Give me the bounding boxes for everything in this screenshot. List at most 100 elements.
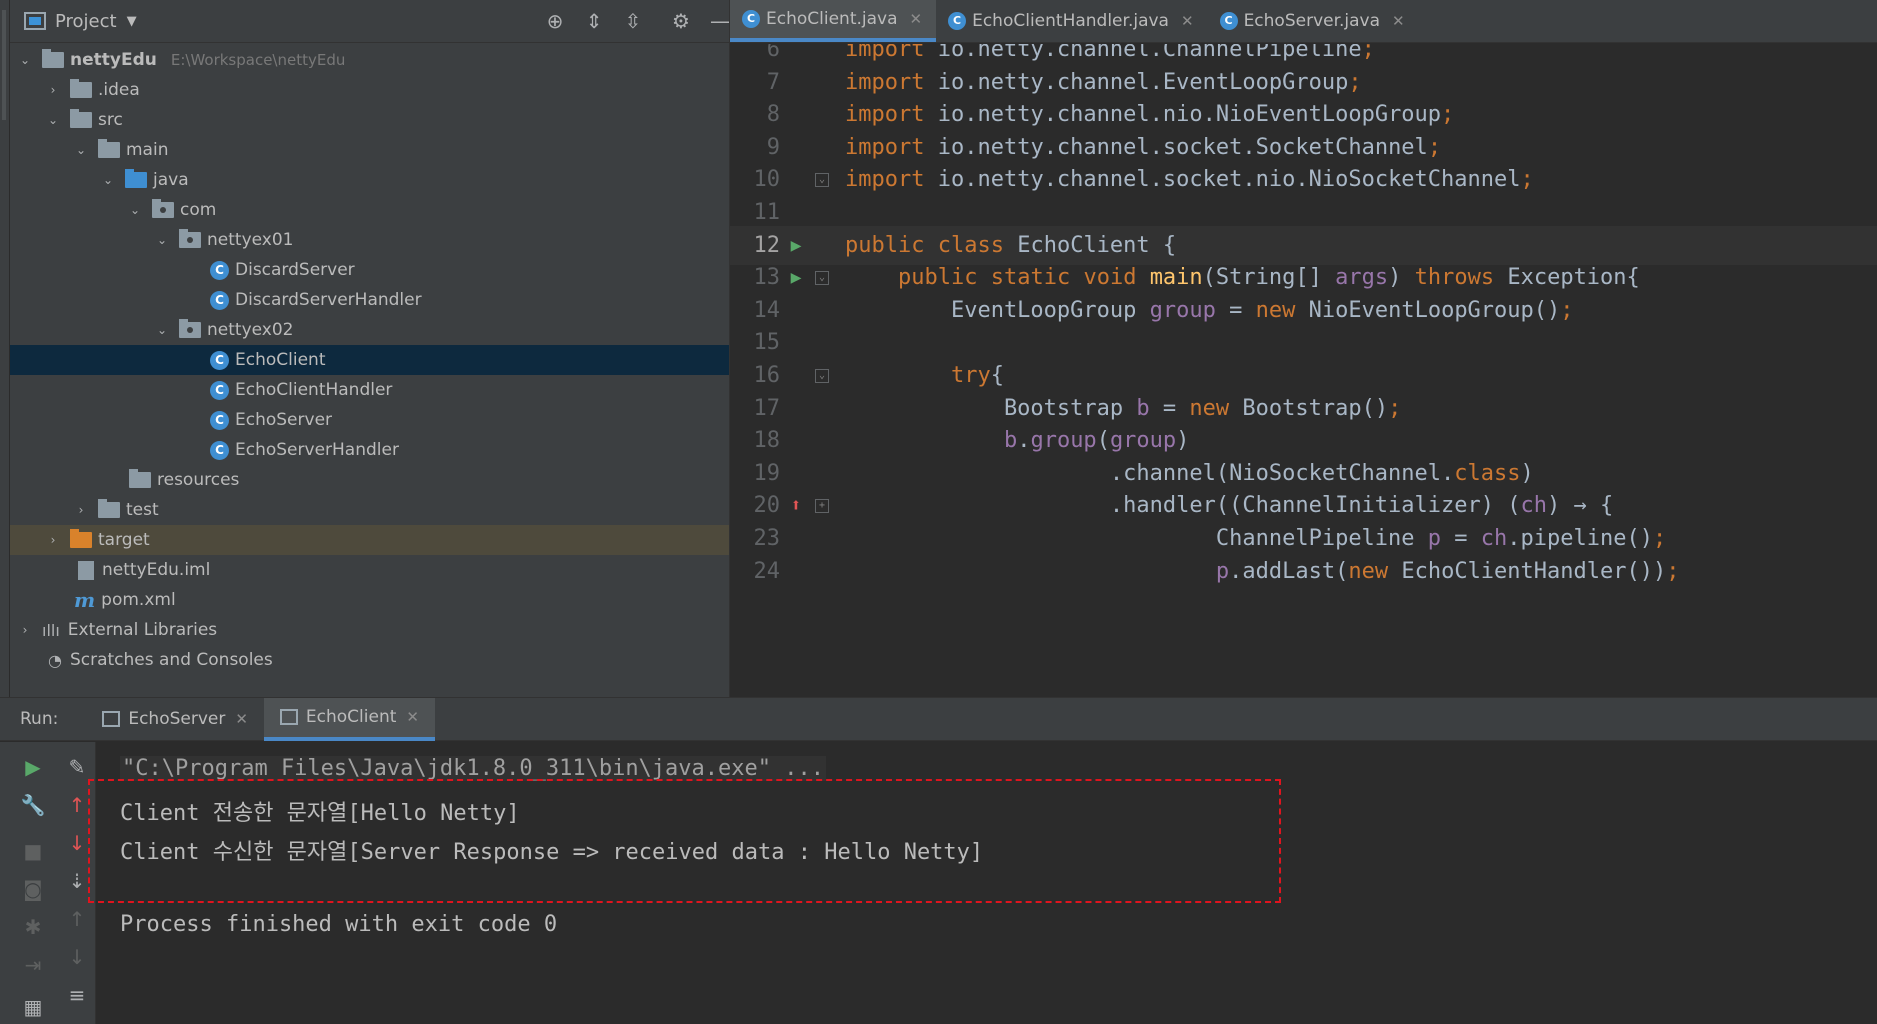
project-panel: Project ▼ ⊕ ⇕ ⇳ ⚙ — ⌄ nettyEdu E:\Workspac… xyxy=(10,0,730,697)
tree-item[interactable]: ⌄ nettyex02 xyxy=(10,315,729,345)
tab-echoclient[interactable]: C EchoClient.java ✕ xyxy=(730,0,937,42)
fold-marker-icon[interactable]: ⌄ xyxy=(815,270,829,285)
line-number: 14 xyxy=(753,297,781,323)
expand-all-icon[interactable]: ⇕ xyxy=(581,8,607,34)
camera-icon[interactable]: ◙ xyxy=(20,876,46,902)
tree-item[interactable]: ◔ Scratches and Consoles xyxy=(10,645,729,675)
arrow-up-icon[interactable]: ↑ xyxy=(64,792,90,818)
tree-item[interactable]: ⌄ nettyex01 xyxy=(10,225,729,255)
close-icon[interactable]: ✕ xyxy=(406,708,419,726)
tree-item[interactable]: C DiscardServerHandler xyxy=(10,285,729,315)
run-panel: Run: EchoServer ✕ EchoClient ✕ ▶ ✎ 🔧 ↑ ↓ ■… xyxy=(0,697,1877,1024)
soft-wrap-icon[interactable]: ≡ xyxy=(64,982,90,1008)
editor-tabs: C EchoClient.java ✕ C EchoClientHandler.jav… xyxy=(730,0,1877,43)
code-text: .handler((ChannelInitializer) (ch) → { xyxy=(845,493,1614,519)
edit-config-icon[interactable]: ✎ xyxy=(64,754,90,780)
code-text: EventLoopGroup group = new NioEventLoopG… xyxy=(845,297,1574,323)
bug-icon[interactable]: ✱ xyxy=(20,914,46,940)
tree-item[interactable]: › .idea xyxy=(10,75,729,105)
chevron-right-icon[interactable]: › xyxy=(18,623,32,637)
line-number: 24 xyxy=(753,558,781,584)
layout-icon[interactable]: ▦ xyxy=(20,994,46,1020)
console-output[interactable]: "C:\Program Files\Java\jdk1.8.0_311\bin\… xyxy=(118,742,1858,1024)
run-tab-echoserver[interactable]: EchoServer ✕ xyxy=(86,698,264,741)
tree-item[interactable]: m pom.xml xyxy=(10,585,729,615)
locate-icon[interactable]: ⊕ xyxy=(542,8,568,34)
code-line[interactable]: 24 p.addLast(new EchoClientHandler()); xyxy=(730,552,1877,591)
console-line: Client 전송한 문자열[Hello Netty] xyxy=(120,801,520,826)
chevron-down-icon[interactable]: ⌄ xyxy=(18,53,32,67)
chevron-right-icon[interactable]: › xyxy=(46,83,60,97)
tree-item[interactable]: ⌄ src xyxy=(10,105,729,135)
tree-item[interactable]: › test xyxy=(10,495,729,525)
tree-item[interactable]: ⌄ main xyxy=(10,135,729,165)
line-number: 6 xyxy=(766,44,780,62)
collapse-all-icon[interactable]: ⇳ xyxy=(620,8,646,34)
project-tool-button[interactable] xyxy=(2,10,6,120)
scratches-icon: ◔ xyxy=(48,650,62,670)
tree-item[interactable]: C DiscardServer xyxy=(10,255,729,285)
tree-item-selected[interactable]: C EchoClient xyxy=(10,345,729,375)
tree-item[interactable]: resources xyxy=(10,465,729,495)
line-number: 19 xyxy=(753,460,781,486)
line-number: 23 xyxy=(753,526,781,551)
tree-item[interactable]: ⌄ nettyEdu E:\Workspace\nettyEdu xyxy=(10,45,729,75)
chevron-down-icon[interactable]: ⌄ xyxy=(155,323,169,337)
tree-item[interactable]: C EchoServer xyxy=(10,405,729,435)
tree-item[interactable]: › target xyxy=(10,525,729,555)
tab-echoserver[interactable]: C EchoServer.java ✕ xyxy=(1208,0,1419,42)
console-icon xyxy=(279,709,298,725)
chevron-down-icon[interactable]: ⌄ xyxy=(46,113,60,127)
arrow-down-icon[interactable]: ↓ xyxy=(64,830,90,856)
line-number: 9 xyxy=(766,134,780,160)
sort-icon[interactable]: ⇣ xyxy=(64,868,90,894)
chevron-down-icon[interactable]: ⌄ xyxy=(74,143,88,157)
tree-item[interactable]: › ıllı External Libraries xyxy=(10,615,729,645)
arrow-down-icon[interactable]: ↓ xyxy=(64,944,90,970)
close-icon[interactable]: ✕ xyxy=(1392,12,1405,30)
run-gutter-icon[interactable]: ▶ xyxy=(781,267,811,288)
tree-item[interactable]: ⌄ java xyxy=(10,165,729,195)
line-number: 7 xyxy=(766,69,780,95)
close-icon[interactable]: ✕ xyxy=(235,710,248,728)
code-text: Bootstrap b = new Bootstrap(); xyxy=(845,395,1402,421)
chevron-down-icon[interactable]: ⌄ xyxy=(155,233,169,247)
class-icon: C xyxy=(210,440,229,460)
chevron-down-icon[interactable]: ▼ xyxy=(127,14,137,29)
rerun-icon[interactable]: ▶ xyxy=(20,754,46,780)
chevron-down-icon[interactable]: ⌄ xyxy=(128,203,142,217)
close-icon[interactable]: ✕ xyxy=(910,10,923,28)
line-number: 12 xyxy=(753,232,781,258)
folder-icon xyxy=(70,109,92,128)
tab-echoclienthandler[interactable]: C EchoClientHandler.java ✕ xyxy=(936,0,1207,42)
console-line: "C:\Program Files\Java\jdk1.8.0_311\bin\… xyxy=(120,756,826,781)
login-icon[interactable]: ⇥ xyxy=(20,952,46,978)
tree-item[interactable]: nettyEdu.iml xyxy=(10,555,729,585)
override-icon[interactable]: ⬆ xyxy=(781,495,811,516)
folder-icon xyxy=(42,49,64,68)
code-text: import io.netty.channel.nio.NioEventLoop… xyxy=(845,102,1455,128)
chevron-down-icon[interactable]: ⌄ xyxy=(101,173,115,187)
gear-icon[interactable]: ⚙ xyxy=(668,8,694,34)
close-icon[interactable]: ✕ xyxy=(1181,12,1194,30)
console-icon xyxy=(102,711,121,727)
chevron-right-icon[interactable]: › xyxy=(46,533,60,547)
run-tabs: Run: EchoServer ✕ EchoClient ✕ xyxy=(0,697,1877,741)
tree-item[interactable]: C EchoServerHandler xyxy=(10,435,729,465)
stop-icon[interactable]: ■ xyxy=(20,838,46,864)
class-icon: C xyxy=(210,380,229,400)
arrow-up-icon[interactable]: ↑ xyxy=(64,906,90,932)
fold-marker-icon[interactable]: + xyxy=(815,498,829,513)
tree-item[interactable]: C EchoClientHandler xyxy=(10,375,729,405)
project-panel-title: Project xyxy=(55,10,117,32)
code-text: import io.netty.channel.EventLoopGroup; xyxy=(845,69,1362,95)
code-area[interactable]: 6 import io.netty.channel.ChannelPipeline… xyxy=(730,44,1877,697)
run-tab-echoclient[interactable]: EchoClient ✕ xyxy=(263,697,435,741)
fold-marker-icon[interactable]: ⌄ xyxy=(815,368,829,383)
run-gutter-icon[interactable]: ▶ xyxy=(781,235,811,256)
tree-item[interactable]: ⌄ com xyxy=(10,195,729,225)
line-number: 11 xyxy=(753,200,781,225)
wrench-icon[interactable]: 🔧 xyxy=(20,792,46,818)
fold-marker-icon[interactable]: ⌄ xyxy=(815,172,829,187)
chevron-right-icon[interactable]: › xyxy=(74,503,88,517)
